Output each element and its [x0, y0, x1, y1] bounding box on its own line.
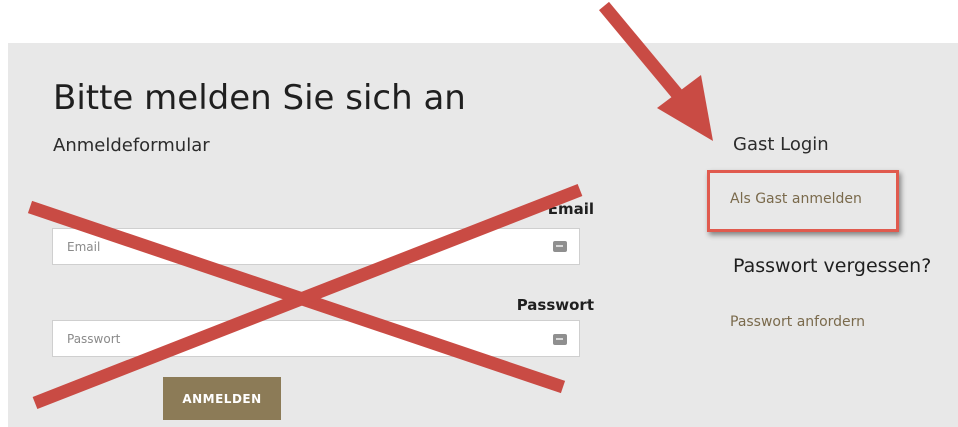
login-page: Bitte melden Sie sich an Anmeldeformular… — [0, 0, 958, 427]
password-label: Passwort — [516, 296, 594, 314]
login-button[interactable]: ANMELDEN — [163, 377, 281, 420]
forgot-password-heading: Passwort vergessen? — [733, 255, 932, 277]
card-icon — [553, 241, 567, 252]
email-label: Email — [547, 200, 594, 218]
card-icon — [553, 334, 567, 345]
request-password-link[interactable]: Passwort anfordern — [730, 314, 865, 330]
guest-login-heading: Gast Login — [733, 134, 829, 155]
page-title: Bitte melden Sie sich an — [53, 78, 466, 118]
email-input[interactable] — [52, 228, 580, 265]
guest-login-link[interactable]: Als Gast anmelden — [730, 191, 862, 207]
password-input[interactable] — [52, 320, 580, 357]
form-subtitle: Anmeldeformular — [53, 135, 210, 156]
